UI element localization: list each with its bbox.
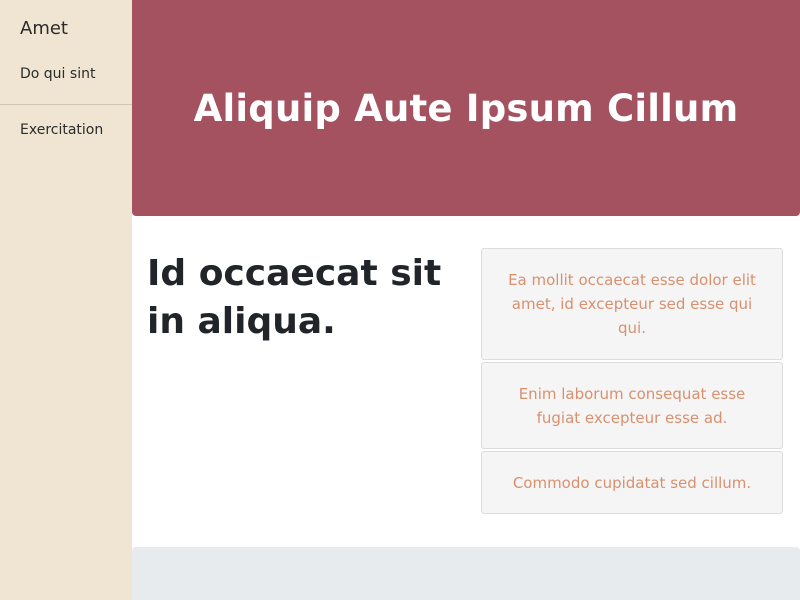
hero-title: Aliquip Aute Ipsum Cillum — [193, 86, 739, 130]
footer-section — [132, 547, 800, 600]
main-heading: Id occaecat sit in aliqua. — [147, 253, 442, 342]
sidebar: Amet Do qui sint Exercitation — [0, 0, 132, 600]
content-card[interactable]: Enim laborum consequat esse fugiat excep… — [481, 362, 783, 449]
content-card[interactable]: Commodo cupidatat sed cillum. — [481, 451, 783, 514]
hero-banner: Aliquip Aute Ipsum Cillum — [132, 0, 800, 216]
sidebar-item-do-qui-sint[interactable]: Do qui sint — [0, 50, 132, 105]
sidebar-brand-link[interactable]: Amet — [0, 0, 132, 50]
content-card[interactable]: Ea mollit occaecat esse dolor elit amet,… — [481, 248, 783, 360]
sidebar-item-exercitation[interactable]: Exercitation — [0, 105, 132, 153]
